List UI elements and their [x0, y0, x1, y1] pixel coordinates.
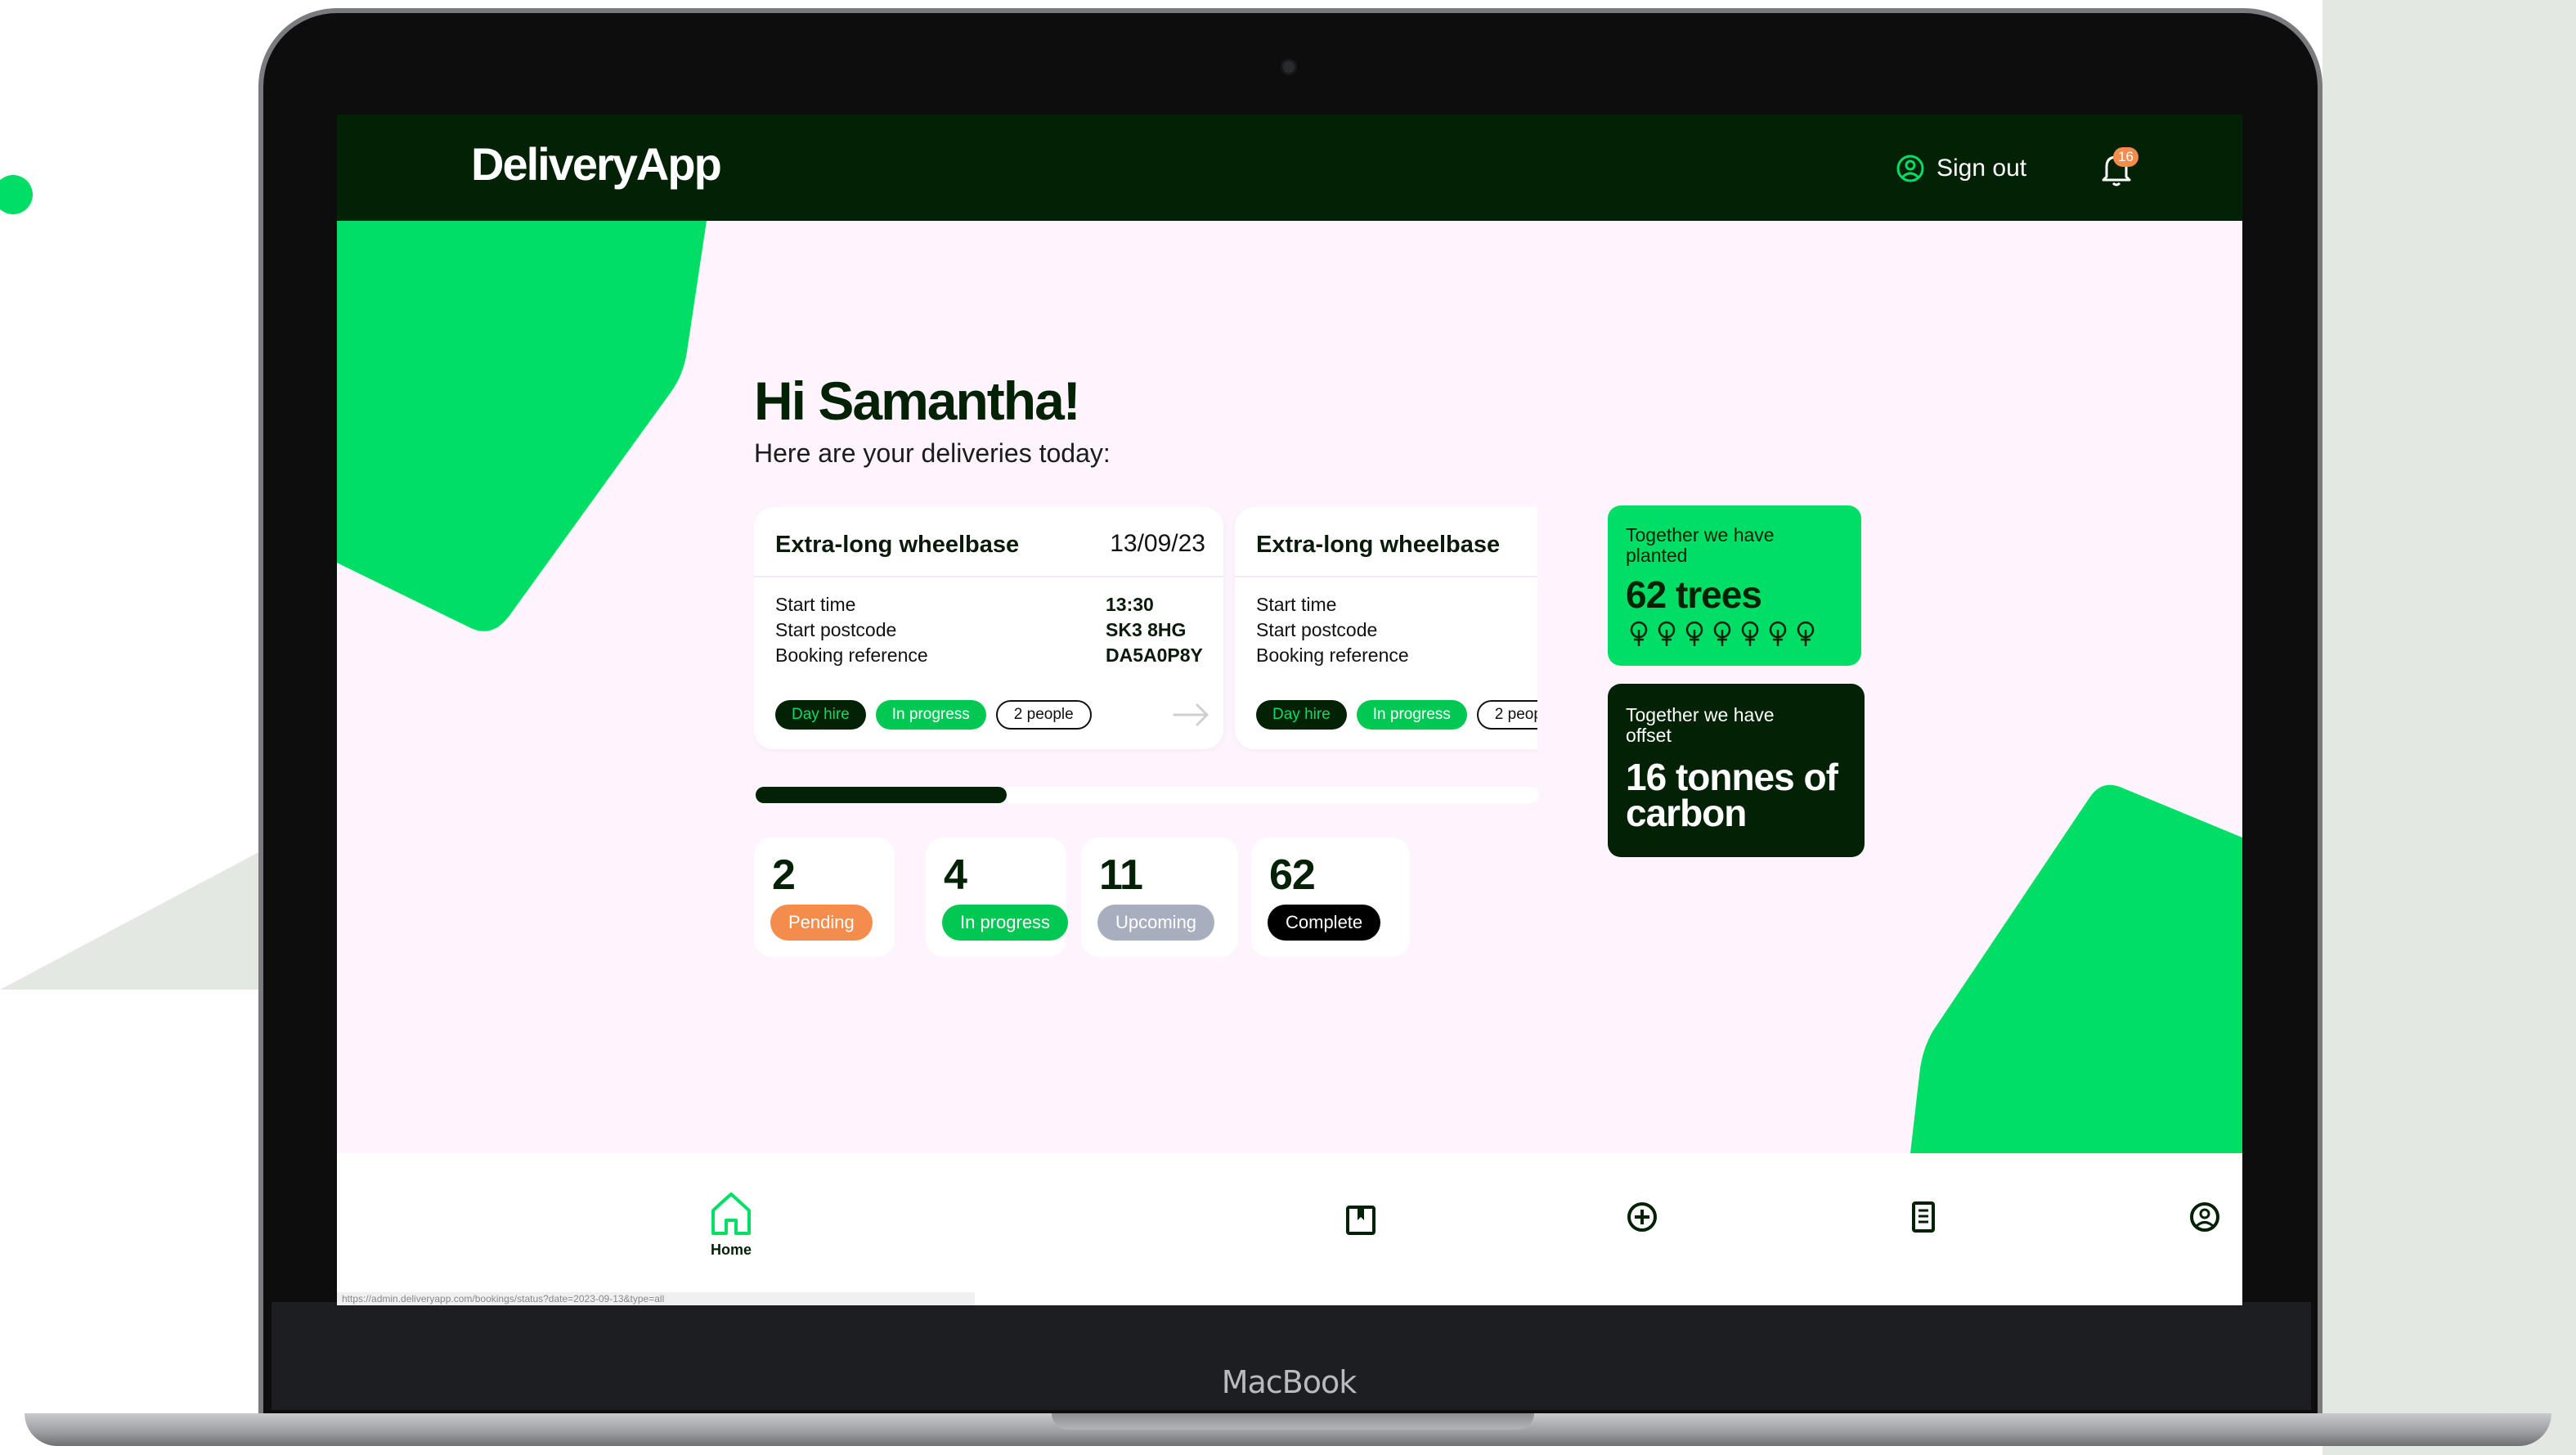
- tag-hire-type: Day hire: [775, 700, 866, 730]
- page-title: Hi Samantha!: [754, 370, 1081, 431]
- home-icon: [711, 1192, 751, 1235]
- profile-icon: [2190, 1202, 2219, 1232]
- nav-new-booking[interactable]: [1593, 1201, 1691, 1291]
- stat-upcoming[interactable]: 11 Upcoming: [1081, 838, 1238, 957]
- carousel-scrollbar-thumb[interactable]: [756, 787, 1007, 803]
- tree-icon: [1658, 621, 1676, 646]
- label-start-time: Start time: [1256, 594, 1337, 615]
- stat-pending[interactable]: 2 Pending: [754, 838, 895, 957]
- tree-icon: [1797, 621, 1815, 646]
- delivery-labels: Start time Start postcode Booking refere…: [775, 592, 928, 668]
- delivery-card[interactable]: Extra-long wheelbase 13/09/23 Start time…: [754, 507, 1223, 749]
- stat-label-in-progress: In progress: [942, 905, 1069, 941]
- card-divider: [1235, 576, 1537, 577]
- label-booking-reference: Booking reference: [1256, 644, 1409, 666]
- stat-count: 11: [1099, 851, 1143, 899]
- trees-icons: [1626, 620, 1819, 648]
- page-subtitle: Here are your deliveries today:: [754, 438, 1111, 468]
- device-brand: MacBook: [1221, 1364, 1358, 1400]
- user-circle-icon: [1896, 155, 1924, 182]
- delivery-date: 13/09/23: [1110, 530, 1205, 557]
- tag-status: In progress: [875, 700, 986, 730]
- tag-people: 2 people: [1476, 700, 1537, 730]
- tree-icon: [1713, 621, 1731, 646]
- carbon-impact-card: Together we have offset 16 tonnes of car…: [1608, 684, 1865, 857]
- stat-count: 62: [1269, 851, 1316, 899]
- tree-icon: [1630, 621, 1648, 646]
- laptop-notch: [1052, 1413, 1534, 1430]
- app-screen: DeliveryApp Sign out 16 Hi Samantha! Her…: [337, 115, 2242, 1305]
- tree-icon: [1685, 621, 1703, 646]
- value-booking-reference: DA5A0P8Y: [1106, 644, 1203, 666]
- nav-home-label: Home: [710, 1242, 752, 1258]
- stat-label-pending: Pending: [770, 905, 873, 941]
- stat-in-progress[interactable]: 4 In progress: [926, 838, 1069, 957]
- camera: [1281, 59, 1297, 75]
- stat-count: 4: [944, 851, 967, 899]
- delivery-card[interactable]: Extra-long wheelbase Start time Start po…: [1235, 507, 1537, 749]
- nav-home[interactable]: Home: [682, 1189, 780, 1279]
- tree-icon: [1741, 621, 1759, 646]
- tree-icon: [1769, 621, 1787, 646]
- app-logo[interactable]: DeliveryApp: [471, 137, 722, 191]
- arrow-right-icon[interactable]: [1173, 702, 1210, 728]
- delivery-values: 13:30 SK3 8HG DA5A0P8Y: [1106, 592, 1203, 668]
- stat-label-complete: Complete: [1268, 905, 1381, 941]
- deliveries-carousel[interactable]: Extra-long wheelbase 13/09/23 Start time…: [754, 507, 1537, 752]
- bookmark-icon: [1346, 1206, 1376, 1235]
- delivery-title: Extra-long wheelbase: [775, 532, 1020, 558]
- stat-label-upcoming: Upcoming: [1097, 905, 1215, 941]
- delivery-title: Extra-long wheelbase: [1256, 532, 1501, 558]
- nav-bookings[interactable]: [1312, 1204, 1410, 1294]
- carbon-intro: Together we have offset: [1626, 704, 1775, 746]
- stat-complete[interactable]: 62 Complete: [1251, 838, 1410, 957]
- carousel-scrollbar[interactable]: [756, 787, 1539, 803]
- status-bar-url: https://admin.deliveryapp.com/bookings/s…: [337, 1292, 975, 1305]
- trees-intro: Together we have planted: [1626, 524, 1775, 566]
- carbon-value: 16 tonnes of carbon: [1626, 756, 1838, 834]
- value-start-time: 13:30: [1106, 594, 1154, 615]
- tag-hire-type: Day hire: [1256, 700, 1347, 730]
- delivery-tags: Day hire In progress 2 people: [1256, 700, 1537, 730]
- trees-impact-card: Together we have planted 62 trees: [1608, 505, 1861, 666]
- nav-documents[interactable]: [1874, 1201, 1972, 1291]
- label-start-postcode: Start postcode: [1256, 619, 1378, 640]
- top-bar: DeliveryApp Sign out 16: [337, 115, 2242, 221]
- plus-circle-icon: [1627, 1202, 1657, 1232]
- sign-out-button[interactable]: Sign out: [1896, 150, 2026, 186]
- sign-out-label: Sign out: [1936, 155, 2027, 182]
- tag-people: 2 people: [995, 700, 1092, 730]
- stat-count: 2: [772, 851, 796, 899]
- delivery-tags: Day hire In progress 2 people: [775, 700, 1092, 730]
- notification-badge: 16: [2113, 147, 2138, 167]
- tag-status: In progress: [1356, 700, 1467, 730]
- bottom-navigation: Home: [337, 1153, 2242, 1305]
- label-start-time: Start time: [775, 594, 856, 615]
- trees-value: 62 trees: [1626, 573, 1762, 616]
- label-booking-reference: Booking reference: [775, 644, 928, 666]
- value-start-postcode: SK3 8HG: [1106, 619, 1187, 640]
- card-divider: [754, 576, 1223, 577]
- nav-profile[interactable]: [2156, 1201, 2242, 1291]
- delivery-labels: Start time Start postcode Booking refere…: [1256, 592, 1409, 668]
- document-icon: [1912, 1201, 1935, 1233]
- label-start-postcode: Start postcode: [775, 619, 897, 640]
